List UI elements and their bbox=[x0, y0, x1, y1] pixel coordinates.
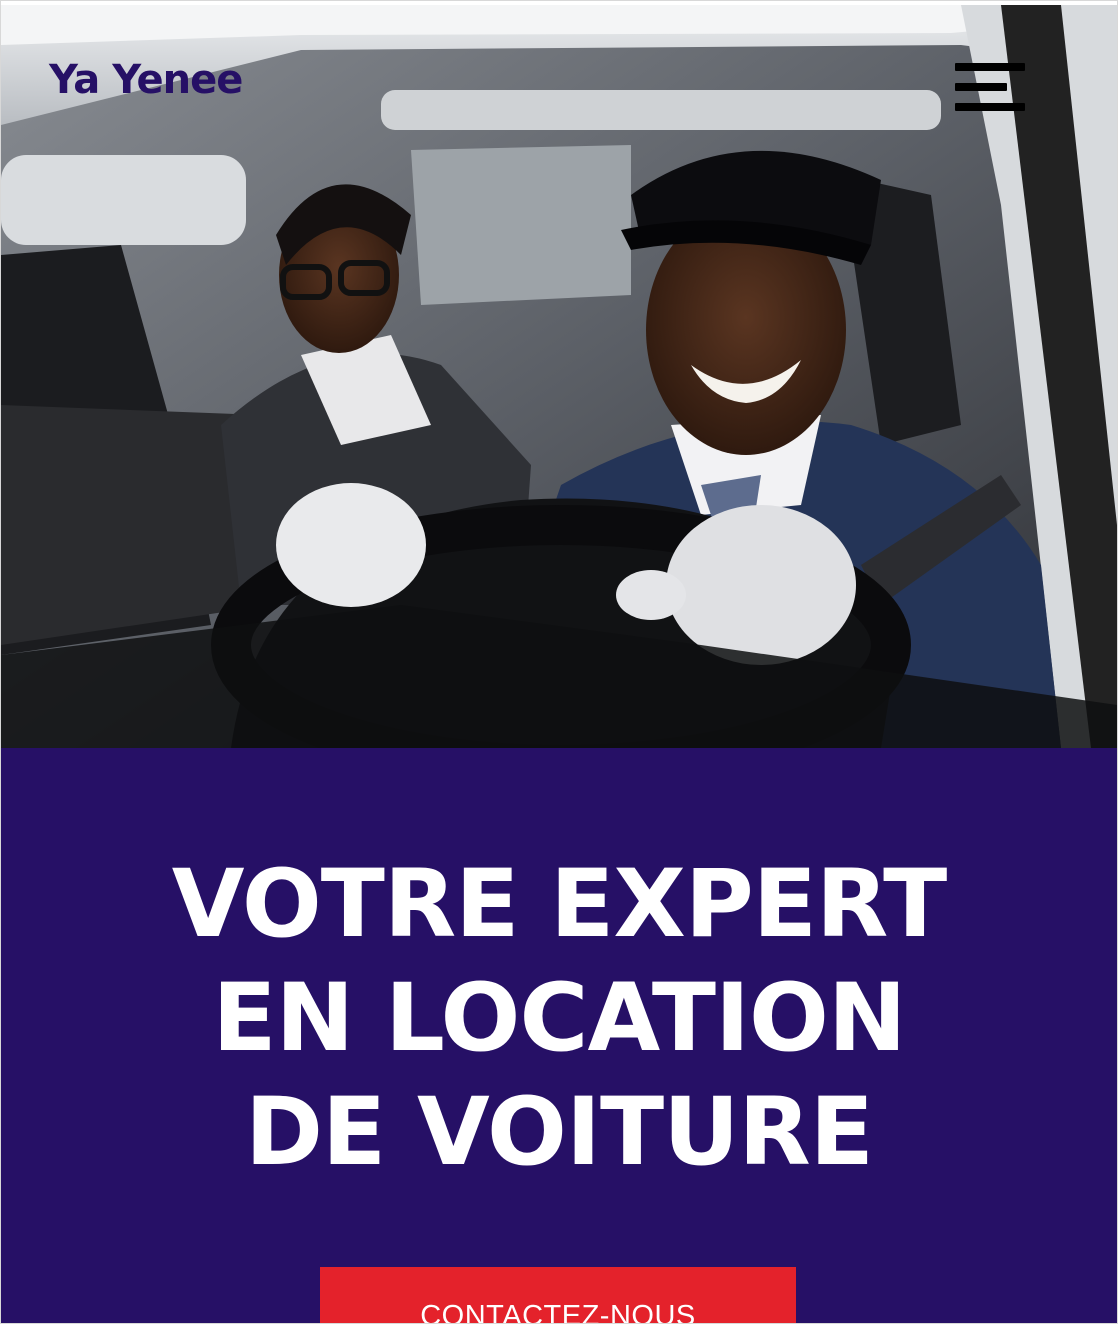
menu-line bbox=[955, 63, 1025, 71]
menu-line bbox=[955, 83, 1007, 91]
headline-line-3: DE VOITURE bbox=[245, 1078, 874, 1187]
headline-line-1: VOTRE EXPERT bbox=[171, 850, 948, 959]
brand-logo[interactable]: Ya Yenee bbox=[49, 57, 243, 103]
hero-photo: Ya Yenee bbox=[1, 5, 1117, 748]
headline-line-2: EN LOCATION bbox=[212, 964, 906, 1073]
contact-us-button[interactable]: CONTACTEZ-NOUS bbox=[320, 1267, 796, 1323]
menu-line bbox=[955, 103, 1025, 111]
page-headline: VOTRE EXPERT EN LOCATION DE VOITURE bbox=[1, 848, 1117, 1190]
hero-text-section: VOTRE EXPERT EN LOCATION DE VOITURE CONT… bbox=[1, 748, 1117, 1323]
page: Ya Yenee VOTRE EXPERT EN LOCATION DE VOI… bbox=[0, 0, 1118, 1324]
hamburger-menu-icon[interactable] bbox=[949, 63, 1029, 119]
